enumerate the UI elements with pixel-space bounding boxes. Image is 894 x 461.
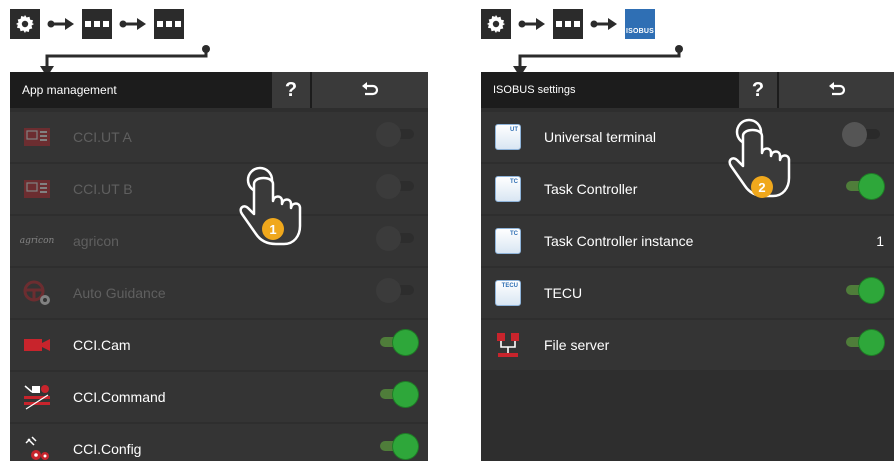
- ut-monitor-icon: [20, 174, 54, 204]
- arrow-right-icon: [518, 18, 545, 30]
- help-button[interactable]: ?: [272, 72, 310, 108]
- agricon-logo-icon: agricon: [19, 236, 55, 246]
- back-button[interactable]: [312, 72, 428, 108]
- app-row-cci-command[interactable]: CCI.Command: [10, 372, 428, 422]
- config-satellite-icon: [20, 434, 54, 461]
- file-server-icon: [491, 330, 525, 360]
- isobus-row-task-controller[interactable]: TC Task Controller: [481, 164, 894, 214]
- page-title: App management: [22, 83, 117, 97]
- setting-label: TECU: [544, 285, 583, 301]
- header-bar: ISOBUS settings ?: [481, 72, 894, 108]
- arrow-right-icon: [119, 18, 146, 30]
- app-row-agricon[interactable]: agricon agricon: [10, 216, 428, 266]
- command-tractor-icon: [20, 382, 54, 412]
- steering-wheel-gear-icon: [20, 278, 54, 308]
- app-row-cci-config[interactable]: CCI.Config: [10, 424, 428, 461]
- step-badge: 2: [751, 176, 773, 198]
- settings-gear-icon: [481, 9, 511, 39]
- ut-monitor-icon: [20, 122, 54, 152]
- tc-tile-icon: TC: [491, 174, 525, 204]
- arrow-right-icon: [47, 18, 74, 30]
- app-label: CCI.Cam: [73, 337, 131, 353]
- return-arrow-icon: [362, 82, 379, 96]
- setting-label: File server: [544, 337, 610, 353]
- setting-toggle[interactable]: [846, 278, 884, 303]
- app-label: CCI.Command: [73, 389, 166, 405]
- camera-icon: [20, 330, 54, 360]
- settings-gear-icon: [10, 9, 40, 39]
- isobus-row-universal-terminal[interactable]: UT Universal terminal: [481, 112, 894, 162]
- app-toggle[interactable]: [376, 174, 414, 199]
- app-label: CCI.Config: [73, 441, 142, 457]
- breadcrumb-right: ISOBUS: [481, 8, 655, 40]
- app-row-cci-ut-b[interactable]: CCI.UT B: [10, 164, 428, 214]
- setting-label: Task Controller: [544, 181, 638, 197]
- app-toggle[interactable]: [380, 434, 418, 459]
- app-label: CCI.UT B: [73, 181, 133, 197]
- arrow-right-icon: [590, 18, 617, 30]
- app-toggle[interactable]: [376, 226, 414, 251]
- breadcrumb-left: [10, 8, 184, 40]
- app-row-cci-cam[interactable]: CCI.Cam: [10, 320, 428, 370]
- app-row-auto-guidance[interactable]: Auto Guidance: [10, 268, 428, 318]
- tecu-tile-icon: TECU: [491, 278, 525, 308]
- step-badge: 1: [262, 218, 284, 240]
- setting-toggle[interactable]: [846, 174, 884, 199]
- instance-value: 1: [876, 233, 884, 249]
- menu-dots-icon: [154, 9, 184, 39]
- setting-toggle[interactable]: [842, 122, 880, 147]
- app-label: CCI.UT A: [73, 129, 132, 145]
- isobus-row-file-server[interactable]: File server: [481, 320, 894, 370]
- app-toggle[interactable]: [380, 330, 418, 355]
- app-label: Auto Guidance: [73, 285, 166, 301]
- isobus-row-task-controller-instance[interactable]: TC Task Controller instance 1: [481, 216, 894, 266]
- help-button[interactable]: ?: [739, 72, 777, 108]
- app-toggle[interactable]: [376, 278, 414, 303]
- app-management-panel: App management ? CCI.UT A CCI.UT B agric…: [10, 72, 428, 461]
- return-arrow-icon: [828, 82, 845, 96]
- page-title: ISOBUS settings: [493, 84, 576, 96]
- app-row-cci-ut-a[interactable]: CCI.UT A: [10, 112, 428, 162]
- setting-toggle[interactable]: [846, 330, 884, 355]
- isobus-settings-panel: ISOBUS settings ? UT Universal terminal …: [481, 72, 894, 461]
- setting-label: Task Controller instance: [544, 233, 694, 249]
- setting-label: Universal terminal: [544, 129, 657, 145]
- isobus-row-tecu[interactable]: TECU TECU: [481, 268, 894, 318]
- app-toggle[interactable]: [380, 382, 418, 407]
- app-label: agricon: [73, 233, 119, 249]
- app-toggle[interactable]: [376, 122, 414, 147]
- header-bar: App management ?: [10, 72, 428, 108]
- menu-dots-icon: [82, 9, 112, 39]
- back-button[interactable]: [779, 72, 894, 108]
- menu-dots-icon: [553, 9, 583, 39]
- ut-tile-icon: UT: [491, 122, 525, 152]
- isobus-icon: ISOBUS: [625, 9, 655, 39]
- tc-tile-icon: TC: [491, 226, 525, 256]
